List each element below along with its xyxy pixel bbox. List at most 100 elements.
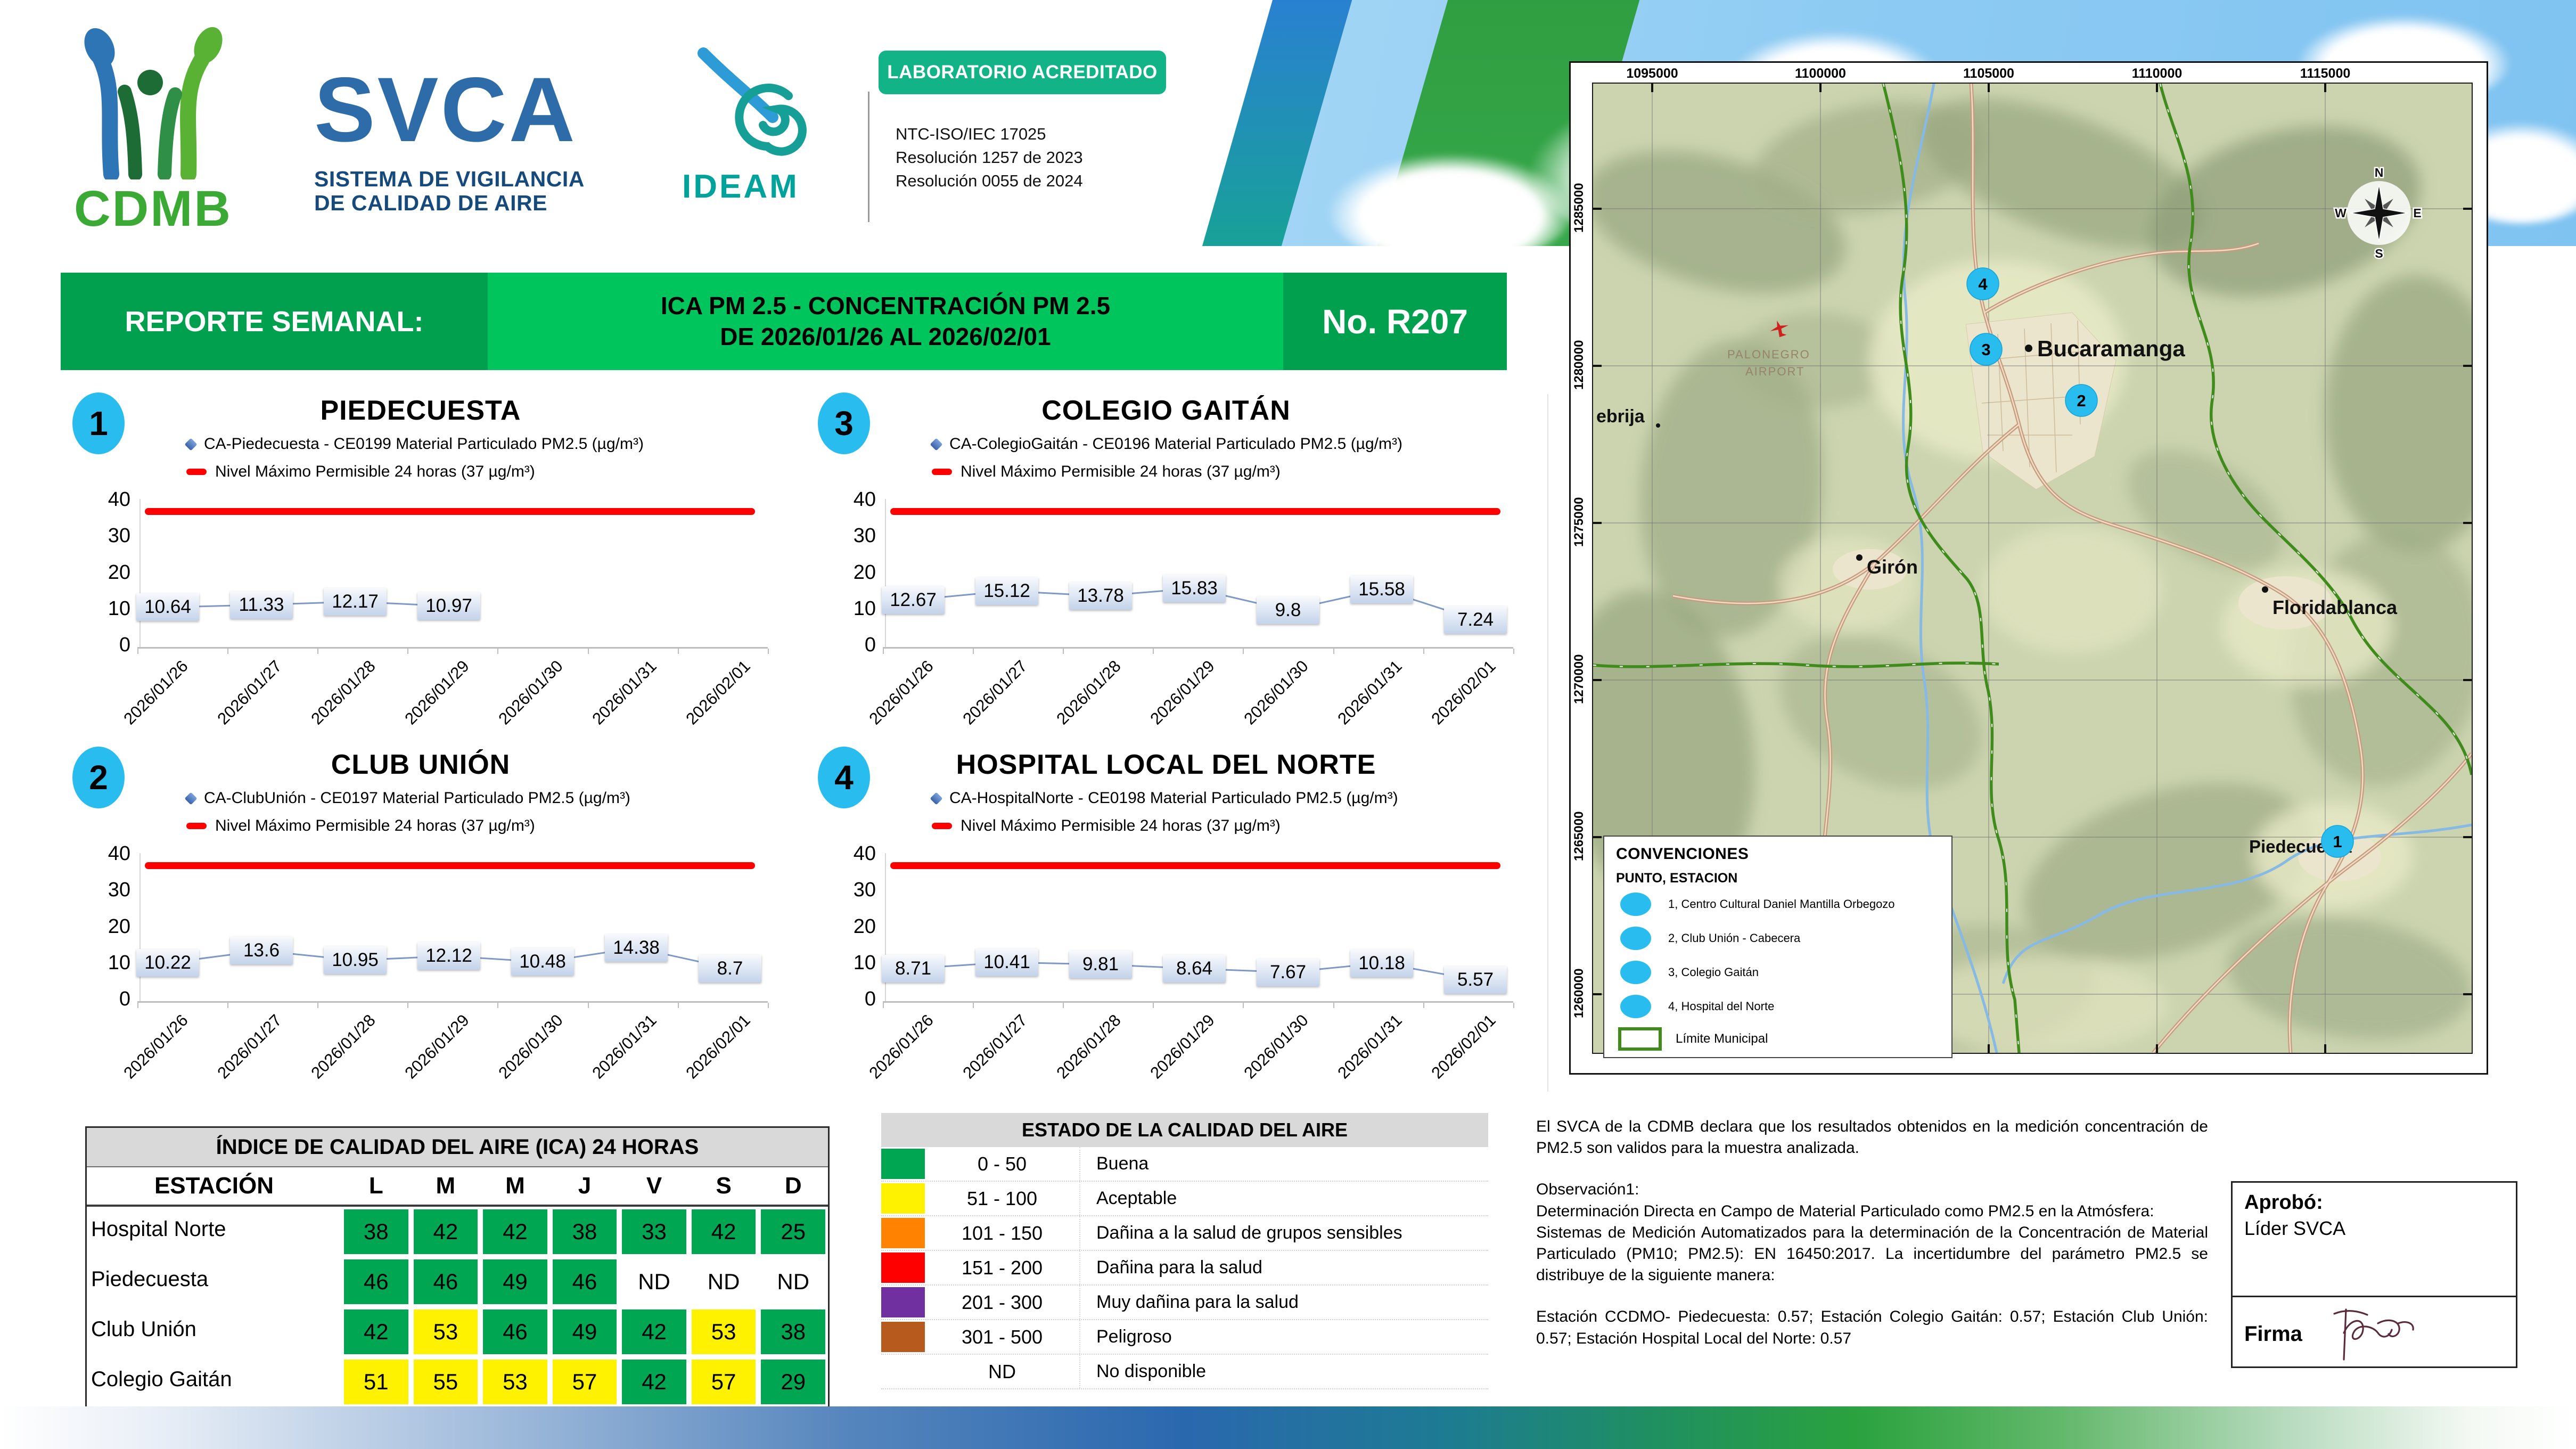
map-coordinate-label: 1115000 — [2300, 66, 2351, 81]
y-axis-tick-label: 30 — [853, 879, 876, 902]
data-point-label: 15.83 — [1163, 575, 1226, 602]
y-axis-tick-label: 30 — [853, 525, 876, 547]
title-line-2: DE 2026/01/26 AL 2026/02/01 — [720, 322, 1051, 350]
estado-label: Aceptable — [1079, 1182, 1488, 1215]
data-point-label: 12.17 — [324, 588, 387, 616]
signature-icon — [2333, 1308, 2414, 1361]
axis-tick — [137, 1003, 138, 1008]
station-marker-2: 2 — [2065, 384, 2098, 417]
ica-value: 42 — [483, 1209, 547, 1254]
lab-accredited-badge: LABORATORIO ACREDITADO — [879, 51, 1166, 94]
svg-text:N: N — [2375, 166, 2384, 179]
svg-text:Floridablanca: Floridablanca — [2273, 596, 2398, 618]
map-coordinate-label: 1105000 — [1963, 66, 2014, 81]
x-axis-date-label: 2026/02/01 — [1428, 657, 1499, 728]
y-axis-tick-label: 40 — [853, 488, 876, 511]
estado-row: ND No disponible — [881, 1355, 1488, 1389]
ica-value: 38 — [344, 1209, 408, 1254]
ica-value: 57 — [552, 1360, 617, 1404]
threshold-line — [145, 508, 755, 515]
axis-tick — [1243, 649, 1244, 654]
axis-tick — [768, 649, 769, 654]
estado-range: 51 - 100 — [966, 1187, 1038, 1209]
x-axis-line — [137, 1001, 768, 1003]
ica-value-cell: 33 — [619, 1207, 689, 1257]
accreditation-lines: NTC-ISO/IEC 17025 Resolución 1257 de 202… — [896, 122, 1194, 193]
series-marker-icon — [930, 791, 943, 805]
ica-value-cell: 57 — [689, 1357, 759, 1407]
ica-day-header: M — [480, 1167, 550, 1207]
svca-logo: SVCA SISTEMA DE VIGILANCIA DE CALIDAD DE… — [314, 64, 655, 215]
municipal-boundary-icon — [1618, 1027, 1662, 1051]
ica-value-cell: 55 — [411, 1357, 481, 1407]
ideam-wordmark: IDEAM — [682, 168, 799, 205]
data-point-label: 8.71 — [882, 955, 945, 983]
x-axis-date-label: 2026/01/31 — [588, 1011, 660, 1083]
svca-subtitle-1: SISTEMA DE VIGILANCIA — [314, 167, 585, 191]
map-coordinate-label: 1280000 — [1572, 340, 1586, 390]
map-coordinate-label: 1260000 — [1572, 968, 1586, 1018]
ica-day-header: M — [411, 1167, 481, 1207]
axis-tick — [588, 1003, 589, 1008]
data-point-label: 10.48 — [511, 948, 574, 976]
svca-subtitle-2: DE CALIDAD DE AIRE — [314, 191, 547, 216]
approved-label: Aprobó: — [2244, 1191, 2323, 1214]
svg-text:3: 3 — [1981, 340, 1990, 359]
legend-series-entry: CA-ColegioGaitán - CE0196 Material Parti… — [930, 435, 1402, 453]
x-axis-date-label: 2026/01/27 — [959, 657, 1031, 728]
ica-value-cell: 51 — [341, 1357, 411, 1407]
estado-range: 301 - 500 — [961, 1325, 1043, 1348]
axis-tick — [973, 1003, 974, 1008]
observation-line: Determinación Directa en Campo de Materi… — [1536, 1202, 2154, 1220]
ica-value-cell: 57 — [550, 1357, 620, 1407]
map-legend-item-label: 2, Club Unión - Cabecera — [1668, 931, 1801, 945]
map-coordinate-label: 1265000 — [1572, 811, 1586, 861]
svg-text:ebrija: ebrija — [1596, 406, 1645, 427]
chart-title: COLEGIO GAITÁN — [1041, 395, 1291, 426]
ica-day-header: V — [619, 1167, 689, 1207]
ica-value: ND — [638, 1269, 670, 1294]
ica-value: 46 — [483, 1309, 547, 1354]
estado-range: 151 - 200 — [961, 1256, 1043, 1279]
map-legend-item-label: 4, Hospital del Norte — [1668, 1000, 1775, 1013]
ica-value-cell: 49 — [550, 1307, 620, 1357]
estado-color-swatch — [881, 1218, 925, 1248]
ica-value-cell: 42 — [619, 1307, 689, 1357]
title-bar-left: REPORTE SEMANAL: — [61, 273, 488, 370]
y-axis-tick-label: 0 — [119, 634, 130, 656]
legend-threshold-entry: Nivel Máximo Permisible 24 horas (37 µg/… — [932, 817, 1281, 835]
map-coordinate-label: 1275000 — [1572, 497, 1586, 547]
legend-threshold-entry: Nivel Máximo Permisible 24 horas (37 µg/… — [932, 463, 1281, 481]
legend-threshold-label: Nivel Máximo Permisible 24 horas (37 µg/… — [961, 463, 1281, 480]
ica-value-cell: 53 — [689, 1307, 759, 1357]
y-axis-tick-label: 30 — [108, 525, 130, 547]
svg-text:Girón: Girón — [1867, 556, 1918, 578]
axis-tick — [1423, 649, 1424, 654]
notes-block: El SVCA de la CDMB declara que los resul… — [1536, 1116, 2208, 1349]
axis-tick — [768, 1003, 769, 1008]
estado-label: No disponible — [1079, 1355, 1488, 1388]
ica-value-cell: 46 — [411, 1257, 481, 1307]
station-marker-1: 1 — [2321, 825, 2354, 858]
threshold-line — [890, 508, 1500, 515]
ica-value-cell: 42 — [411, 1207, 481, 1257]
ica-value: 55 — [413, 1360, 478, 1404]
ica-value: 42 — [691, 1209, 756, 1254]
ica-value-cell: 25 — [758, 1207, 828, 1257]
axis-tick — [1333, 1003, 1334, 1008]
axis-tick — [1063, 1003, 1064, 1008]
axis-tick — [137, 649, 138, 654]
x-axis-date-label: 2026/01/30 — [495, 1011, 567, 1083]
ica-value-cell: 38 — [550, 1207, 620, 1257]
map-coordinate-label: 1110000 — [2131, 66, 2183, 81]
data-point-label: 12.12 — [417, 942, 480, 970]
estado-color-swatch — [881, 1322, 925, 1352]
x-axis-date-label: 2026/01/27 — [214, 1011, 285, 1083]
y-axis-tick-label: 40 — [853, 842, 876, 865]
data-point-label: 10.41 — [975, 948, 1038, 976]
ica-value: 46 — [413, 1259, 478, 1304]
ica-station-name: Colegio Gaitán — [91, 1367, 232, 1391]
map-coordinate-label: 1270000 — [1572, 654, 1586, 704]
ica-value-cell: 53 — [480, 1357, 550, 1407]
ica-table-title: ÍNDICE DE CALIDAD DEL AIRE (ICA) 24 HORA… — [87, 1128, 828, 1167]
